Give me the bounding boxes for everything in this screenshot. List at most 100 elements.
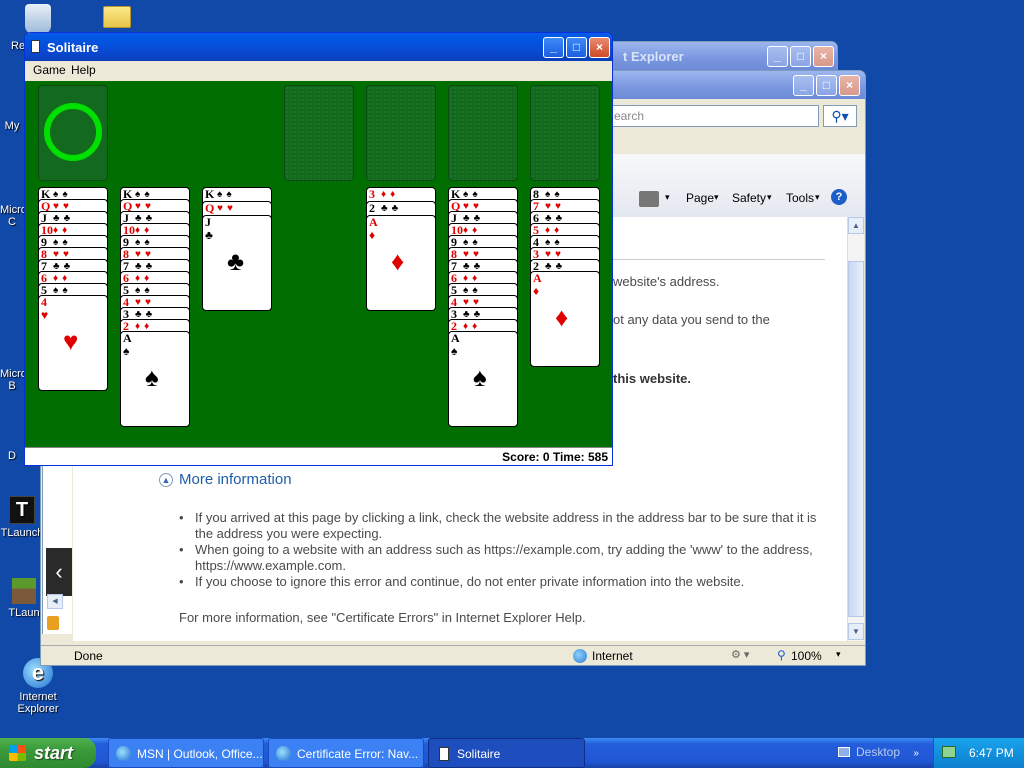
more-info-expander[interactable]: ▲ More information (159, 471, 292, 488)
card-face-symbol: ♦ (555, 302, 569, 332)
bullet-1: If you arrived at this page by clicking … (195, 510, 817, 541)
scroll-left-button[interactable]: ◀ (47, 594, 63, 609)
task-button-msn[interactable]: MSN | Outlook, Office... (108, 738, 264, 768)
card-pips: ♠♠ (217, 189, 236, 200)
card-pips: ♦♦ (381, 189, 400, 200)
collapse-icon: ▲ (159, 473, 173, 487)
desktop-icon-internet-explorer[interactable]: e Internet Explorer (3, 658, 73, 715)
ie-task-icon (116, 746, 131, 761)
start-button[interactable]: start (0, 738, 96, 768)
network-icon[interactable] (942, 746, 956, 758)
clock[interactable]: 6:47 PM (969, 746, 1014, 760)
card-suit: ♦ (533, 284, 540, 298)
maximize-button[interactable]: □ (566, 37, 587, 58)
vertical-scrollbar[interactable]: ▲ ▼ (847, 217, 864, 641)
close-button[interactable]: × (589, 37, 610, 58)
score-time: Score: 0 Time: 585 (502, 450, 608, 464)
print-menu-arrow[interactable]: ▾ (665, 192, 670, 203)
title-bar[interactable]: Solitaire _ □ × (25, 33, 612, 61)
status-done: Done (74, 649, 103, 663)
playing-card[interactable]: A ♠ ♠ (120, 331, 190, 427)
scroll-down-button[interactable]: ▼ (848, 623, 864, 640)
desktop-icon-label: My (4, 120, 20, 132)
page-menu[interactable]: Page (686, 191, 714, 205)
start-label: start (34, 743, 74, 763)
menu-help[interactable]: Help (71, 63, 96, 77)
zone-label: Internet (592, 649, 633, 663)
tools-menu-arrow[interactable]: ▾ (815, 192, 820, 203)
playing-card[interactable]: 4♥♥ (38, 295, 108, 391)
card-rank: 3 (369, 187, 375, 201)
chevron-right-icon[interactable]: » (913, 748, 919, 759)
desktop-toolbar[interactable]: Desktop » (838, 745, 919, 759)
folder-icon[interactable] (103, 6, 131, 28)
desktop-icon-tlauncher-2[interactable]: TLaun (4, 578, 44, 619)
close-button[interactable]: × (813, 46, 834, 67)
search-input[interactable]: earch (611, 105, 819, 127)
search-button[interactable]: ⚲▾ (823, 105, 857, 127)
desktop-icon-my-computer[interactable]: My (0, 120, 24, 132)
window-title: t Explorer (623, 49, 684, 64)
playing-card[interactable]: A ♦ ♦ (366, 215, 436, 311)
recycle-bin-icon (25, 4, 51, 34)
print-icon[interactable] (639, 191, 659, 207)
task-label: Certificate Error: Nav... (297, 747, 419, 761)
card-suit: ♥ (41, 308, 49, 322)
close-button[interactable]: × (839, 75, 860, 96)
protected-mode-icon[interactable]: ⚙ ▾ (731, 648, 749, 661)
foundation-2[interactable] (366, 85, 436, 181)
desktop-icon-label: Micro B (0, 368, 27, 392)
safety-menu[interactable]: Safety (732, 191, 766, 205)
scroll-up-button[interactable]: ▲ (848, 217, 864, 234)
solitaire-window[interactable]: Solitaire _ □ × Game Help K ♠♠ Q ♥♥ J ♣♣ 10 ♦♦ 9… (24, 32, 613, 466)
playing-card[interactable]: J♣♣ (202, 215, 272, 311)
bullet-list: • If you arrived at this page by clicking… (179, 510, 819, 590)
minimize-button[interactable]: _ (543, 37, 564, 58)
desktop-icon-tlauncher[interactable]: T TLaunch (0, 496, 44, 539)
desktop-icon-microsoft-2[interactable]: Micro B (0, 368, 27, 392)
system-tray: 6:47 PM (933, 738, 1024, 768)
card-suit: ♠ (451, 344, 458, 358)
desktop-icon-label: TLaun (8, 607, 40, 619)
playing-card[interactable]: A ♠ ♠ (448, 331, 518, 427)
list-item: • If you choose to ignore this error and … (179, 574, 819, 590)
ie-task-icon (276, 746, 291, 761)
task-button-certificate-error[interactable]: Certificate Error: Nav... (268, 738, 424, 768)
maximize-button[interactable]: □ (816, 75, 837, 96)
zoom-icon[interactable]: ⚲ (777, 648, 786, 662)
task-button-solitaire[interactable]: Solitaire (428, 738, 585, 768)
zoom-menu-arrow[interactable]: ▾ (836, 649, 841, 660)
foundation-3[interactable] (448, 85, 518, 181)
foundation-1[interactable] (284, 85, 354, 181)
help-icon[interactable]: ? (831, 189, 847, 205)
solitaire-task-icon (439, 747, 449, 761)
background-window-edge: ‹ ◀ (42, 466, 72, 634)
minimize-button[interactable]: _ (767, 46, 788, 67)
card-suit: ♠ (123, 344, 130, 358)
scroll-thumb[interactable] (848, 261, 864, 617)
tools-menu[interactable]: Tools (786, 191, 814, 205)
desktop-icon-d[interactable]: D (0, 450, 24, 462)
title-bar[interactable]: t Explorer _ □ × (601, 42, 837, 70)
bullet-2: When going to a website with an address … (195, 542, 813, 573)
zoom-level[interactable]: 100% (791, 649, 822, 663)
redeal-icon (44, 103, 102, 161)
foundation-4[interactable] (530, 85, 600, 181)
card-rank: K (205, 187, 215, 201)
more-info-link: More information (179, 471, 292, 488)
card-face-symbol: ♦ (391, 246, 405, 276)
playing-card[interactable]: A ♦ ♦ (530, 271, 600, 367)
chevron-left-icon[interactable]: ‹ (46, 548, 72, 596)
stock-pile[interactable] (38, 85, 108, 181)
desktop-icon-microsoft-1[interactable]: Micro C (0, 204, 27, 228)
content-divider (613, 259, 825, 260)
safety-menu-arrow[interactable]: ▾ (767, 192, 772, 203)
maximize-button[interactable]: □ (790, 46, 811, 67)
game-status-bar: Score: 0 Time: 585 (25, 447, 612, 465)
desktop-toolbar-label: Desktop (856, 745, 901, 759)
status-bar: Done Internet ⚙ ▾ ⚲ 100% ▾ (41, 645, 865, 665)
menu-game[interactable]: Game (33, 63, 66, 77)
minimize-button[interactable]: _ (793, 75, 814, 96)
desktop-icon-label: Re (11, 40, 26, 52)
page-menu-arrow[interactable]: ▾ (714, 192, 719, 203)
